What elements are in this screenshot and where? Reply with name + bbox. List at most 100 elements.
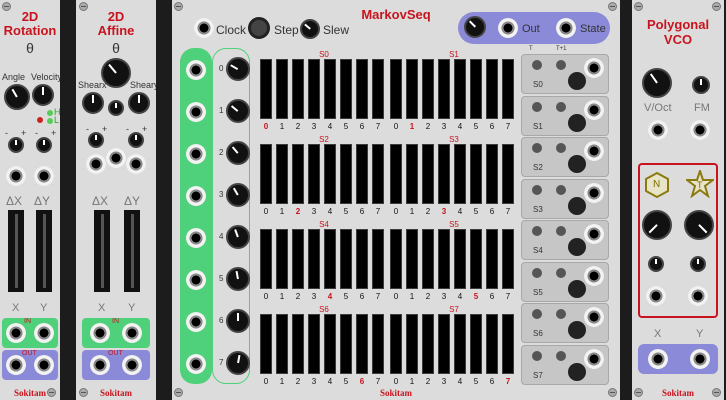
n-knob[interactable]: [642, 210, 672, 240]
transition-prob-slider[interactable]: [486, 229, 498, 289]
transition-prob-slider[interactable]: [438, 144, 450, 204]
transition-prob-slider[interactable]: [372, 314, 384, 374]
state-value-knob[interactable]: [226, 99, 250, 123]
out-jack[interactable]: [498, 18, 518, 38]
transition-prob-slider[interactable]: [486, 59, 498, 119]
transition-prob-slider[interactable]: [486, 314, 498, 374]
transition-prob-slider[interactable]: [390, 144, 402, 204]
angle-atten-knob[interactable]: [8, 137, 24, 153]
transition-prob-slider[interactable]: [454, 144, 466, 204]
transition-prob-slider[interactable]: [502, 59, 514, 119]
state-select-button[interactable]: [568, 196, 586, 215]
y-in-jack[interactable]: [34, 323, 54, 343]
transition-prob-slider[interactable]: [324, 229, 336, 289]
angle-cv-jack[interactable]: [6, 166, 26, 186]
transition-prob-slider[interactable]: [502, 144, 514, 204]
transition-prob-slider[interactable]: [324, 314, 336, 374]
shearx-atten-knob[interactable]: [88, 132, 104, 148]
transition-prob-slider[interactable]: [356, 314, 368, 374]
state-cv-jack[interactable]: [186, 186, 206, 206]
transition-prob-slider[interactable]: [340, 59, 352, 119]
velocity-atten-knob[interactable]: [36, 137, 52, 153]
state-cv-jack[interactable]: [186, 144, 206, 164]
transition-prob-slider[interactable]: [406, 59, 418, 119]
transition-prob-slider[interactable]: [260, 144, 272, 204]
shearx-cv-jack[interactable]: [86, 154, 106, 174]
t-knob[interactable]: [684, 210, 714, 240]
transition-prob-slider[interactable]: [372, 59, 384, 119]
transition-prob-slider[interactable]: [390, 229, 402, 289]
transition-prob-slider[interactable]: [260, 314, 272, 374]
n-cv-jack[interactable]: [646, 286, 666, 306]
state-select-button[interactable]: [568, 279, 586, 298]
transition-prob-slider[interactable]: [454, 314, 466, 374]
velocity-cv-jack[interactable]: [34, 166, 54, 186]
transition-prob-slider[interactable]: [470, 229, 482, 289]
state-value-knob[interactable]: [226, 141, 250, 165]
state-cv-jack[interactable]: [186, 102, 206, 122]
transition-prob-slider[interactable]: [422, 59, 434, 119]
transition-prob-slider[interactable]: [470, 314, 482, 374]
transition-prob-slider[interactable]: [422, 229, 434, 289]
slew-knob[interactable]: [300, 19, 320, 39]
transition-prob-slider[interactable]: [406, 229, 418, 289]
x-in-jack[interactable]: [90, 323, 110, 343]
transition-prob-slider[interactable]: [276, 59, 288, 119]
angle-knob[interactable]: [4, 84, 30, 110]
state-select-button[interactable]: [568, 113, 586, 132]
t-cv-jack[interactable]: [688, 286, 708, 306]
transition-prob-slider[interactable]: [356, 144, 368, 204]
step-button[interactable]: [248, 17, 270, 39]
transition-prob-slider[interactable]: [438, 229, 450, 289]
transition-prob-slider[interactable]: [454, 229, 466, 289]
state-cv-jack[interactable]: [186, 354, 206, 374]
transition-prob-slider[interactable]: [340, 144, 352, 204]
transition-prob-slider[interactable]: [324, 59, 336, 119]
state-trigger-jack[interactable]: [584, 224, 604, 244]
n-atten-knob[interactable]: [648, 256, 664, 272]
state-trigger-jack[interactable]: [584, 182, 604, 203]
fm-jack[interactable]: [690, 120, 710, 140]
transition-prob-slider[interactable]: [470, 59, 482, 119]
state-cv-jack[interactable]: [186, 60, 206, 80]
state-value-knob[interactable]: [226, 267, 250, 291]
sheary-atten-knob[interactable]: [128, 132, 144, 148]
transition-prob-slider[interactable]: [260, 229, 272, 289]
state-jack[interactable]: [556, 18, 576, 38]
y-out-jack[interactable]: [34, 355, 54, 375]
state-trigger-jack[interactable]: [584, 307, 604, 327]
clock-jack[interactable]: [194, 18, 214, 38]
state-value-knob[interactable]: [226, 183, 250, 207]
transition-prob-slider[interactable]: [308, 314, 320, 374]
state-select-button[interactable]: [568, 72, 586, 90]
y-out-jack[interactable]: [122, 355, 142, 375]
theta-knob[interactable]: [101, 58, 131, 88]
transition-prob-slider[interactable]: [308, 144, 320, 204]
transition-prob-slider[interactable]: [486, 144, 498, 204]
state-select-button[interactable]: [568, 155, 586, 173]
state-cv-jack[interactable]: [186, 270, 206, 290]
transition-prob-slider[interactable]: [356, 59, 368, 119]
transition-prob-slider[interactable]: [406, 144, 418, 204]
transition-prob-slider[interactable]: [390, 314, 402, 374]
state-cv-jack[interactable]: [186, 312, 206, 332]
transition-prob-slider[interactable]: [308, 229, 320, 289]
transition-prob-slider[interactable]: [292, 229, 304, 289]
transition-prob-slider[interactable]: [260, 59, 272, 119]
transition-prob-slider[interactable]: [276, 229, 288, 289]
transition-prob-slider[interactable]: [340, 314, 352, 374]
transition-prob-slider[interactable]: [276, 314, 288, 374]
t-atten-knob[interactable]: [690, 256, 706, 272]
state-trigger-jack[interactable]: [584, 141, 604, 161]
transition-prob-slider[interactable]: [406, 314, 418, 374]
transition-prob-slider[interactable]: [292, 144, 304, 204]
state-cv-jack[interactable]: [186, 228, 206, 248]
state-value-knob[interactable]: [226, 351, 250, 375]
x-out-jack[interactable]: [6, 355, 26, 375]
state-value-knob[interactable]: [226, 309, 250, 333]
state-trigger-jack[interactable]: [584, 99, 604, 120]
transition-prob-slider[interactable]: [372, 144, 384, 204]
transition-prob-slider[interactable]: [340, 229, 352, 289]
state-trigger-jack[interactable]: [584, 265, 604, 286]
transition-prob-slider[interactable]: [438, 314, 450, 374]
